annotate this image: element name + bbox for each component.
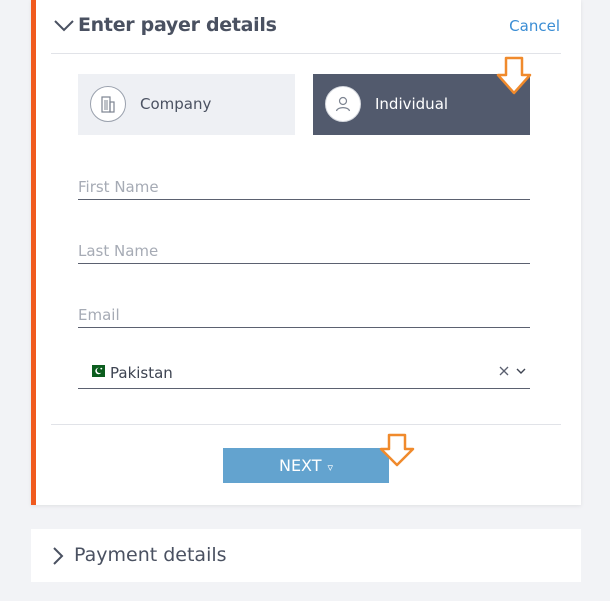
- section-title: Enter payer details: [78, 14, 277, 36]
- cancel-link[interactable]: Cancel: [509, 15, 560, 37]
- payment-details-card[interactable]: Payment details: [31, 529, 581, 582]
- pakistan-flag-icon: [88, 365, 105, 377]
- active-step-bar: [31, 0, 36, 505]
- chevron-down-icon[interactable]: [515, 365, 527, 377]
- caret-down-icon: ▿: [327, 461, 334, 474]
- first-name-field[interactable]: [78, 169, 530, 200]
- payer-type-company[interactable]: Company: [78, 74, 295, 135]
- email-input[interactable]: [78, 306, 530, 324]
- building-icon: [90, 86, 126, 122]
- payer-type-label: Company: [140, 95, 212, 113]
- section-title: Payment details: [74, 544, 227, 566]
- payer-details-card: Enter payer details Cancel Company Indiv…: [31, 0, 581, 505]
- last-name-field[interactable]: [78, 233, 530, 264]
- first-name-input[interactable]: [78, 178, 530, 196]
- person-icon: [325, 86, 361, 122]
- next-button[interactable]: NEXT ▿: [223, 448, 389, 483]
- country-select[interactable]: Pakistan: [78, 359, 530, 389]
- country-value: Pakistan: [110, 364, 173, 382]
- divider: [51, 424, 561, 425]
- last-name-input[interactable]: [78, 242, 530, 260]
- next-label: NEXT: [278, 456, 322, 475]
- chevron-right-icon: [53, 547, 64, 565]
- email-field[interactable]: [78, 297, 530, 328]
- divider: [51, 53, 561, 54]
- chevron-down-icon[interactable]: [52, 14, 76, 38]
- payer-type-individual[interactable]: Individual: [313, 74, 530, 135]
- payer-type-label: Individual: [375, 95, 449, 113]
- clear-icon[interactable]: [498, 365, 510, 377]
